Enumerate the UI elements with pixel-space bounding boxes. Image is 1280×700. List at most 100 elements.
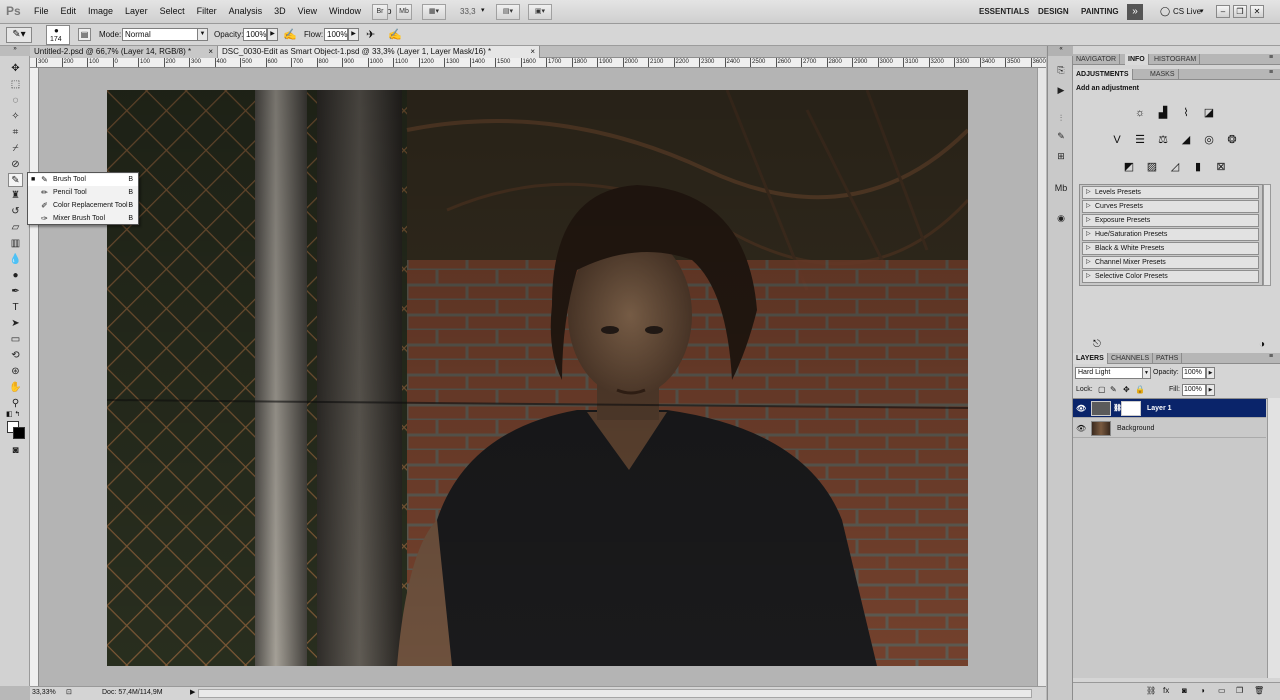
flow-input[interactable]: 100%	[324, 28, 348, 41]
mini-bridge-panel-icon[interactable]: Mb	[1054, 182, 1068, 195]
layer-opacity-input[interactable]: 100%	[1182, 367, 1206, 379]
layer-name[interactable]: Background	[1117, 419, 1154, 438]
visibility-eye-icon[interactable]: 👁	[1076, 419, 1086, 438]
layer-name[interactable]: Layer 1	[1147, 399, 1172, 418]
workspace-painting[interactable]: PAINTING	[1081, 7, 1119, 16]
gradient-map-adj-icon[interactable]: ▮	[1190, 160, 1206, 174]
adjustment-clip-icon[interactable]: ⎋	[1093, 339, 1101, 350]
delete-layer-icon[interactable]: 🗑	[1254, 686, 1264, 695]
fill-slider-icon[interactable]: ▶	[1206, 384, 1215, 396]
threshold-adj-icon[interactable]: ◿	[1167, 160, 1183, 174]
zoom-dropdown-arrow-icon[interactable]: ▾	[481, 6, 485, 14]
tool-preset-picker[interactable]: ✎▾	[6, 27, 32, 43]
panel-menu-icon[interactable]: ≡	[1269, 69, 1273, 76]
presets-scrollbar[interactable]	[1263, 184, 1271, 286]
blur-tool-icon[interactable]: 💧	[8, 253, 23, 267]
color-balance-adj-icon[interactable]: ⚖	[1155, 133, 1171, 147]
fill-input[interactable]: 100%	[1182, 384, 1206, 396]
quick-selection-tool-icon[interactable]: ✧	[8, 110, 23, 124]
menu-view[interactable]: View	[292, 6, 323, 16]
quick-mask-icon[interactable]: ◙	[8, 444, 23, 458]
preset-exposure[interactable]: ▷ Exposure Presets	[1082, 214, 1259, 227]
levels-adj-icon[interactable]: ▟	[1155, 106, 1171, 120]
opacity-input[interactable]: 100%	[243, 28, 267, 41]
screen-mode-button[interactable]: ▣▾	[528, 4, 552, 20]
menu-edit[interactable]: Edit	[55, 6, 83, 16]
tablet-size-icon[interactable]: ✍	[388, 28, 402, 41]
move-tool-icon[interactable]: ✥	[8, 62, 23, 76]
status-info-icon[interactable]: ⊡	[66, 688, 72, 696]
preset-hue-saturation[interactable]: ▷ Hue/Saturation Presets	[1082, 228, 1259, 241]
hand-tool-icon[interactable]: ✋	[8, 381, 23, 395]
new-layer-icon[interactable]: ❐	[1236, 686, 1243, 695]
view-extras-button[interactable]: ▦▾	[422, 4, 446, 20]
link-layers-icon[interactable]: ⛓	[1146, 686, 1156, 695]
panel-menu-icon[interactable]: ≡	[1269, 353, 1273, 360]
clone-stamp-tool-icon[interactable]: ♜	[8, 189, 23, 203]
tab-masks[interactable]: MASKS	[1147, 69, 1179, 80]
gradient-tool-icon[interactable]: ▥	[8, 237, 23, 251]
menu-select[interactable]: Select	[154, 6, 191, 16]
new-adjustment-layer-icon[interactable]: ◑	[1200, 686, 1205, 695]
preset-channel-mixer[interactable]: ▷ Channel Mixer Presets	[1082, 256, 1259, 269]
airbrush-icon[interactable]: ✈	[366, 28, 375, 41]
bridge-button[interactable]: Br	[372, 4, 388, 20]
eyedropper-tool-icon[interactable]: ⌿	[8, 142, 23, 156]
preset-black-white[interactable]: ▷ Black & White Presets	[1082, 242, 1259, 255]
brush-panel-toggle-icon[interactable]: ▤	[78, 28, 91, 41]
layers-scrollbar[interactable]	[1267, 398, 1280, 678]
new-group-icon[interactable]: ▭	[1218, 686, 1226, 695]
brightness-contrast-icon[interactable]: ☼	[1132, 106, 1148, 120]
panel-menu-icon[interactable]: ≡	[1269, 54, 1273, 61]
selective-color-adj-icon[interactable]: ⊠	[1213, 160, 1229, 174]
mode-dropdown-icon[interactable]: ▼	[197, 28, 208, 41]
clone-source-icon[interactable]: ⊞	[1054, 150, 1068, 163]
workspace-essentials[interactable]: ESSENTIALS	[979, 7, 1029, 16]
doc-tab-active[interactable]: DSC_0030-Edit as Smart Object-1.psd @ 33…	[218, 46, 540, 58]
restore-button[interactable]: ❐	[1233, 5, 1247, 18]
menu-3d[interactable]: 3D	[268, 6, 292, 16]
layer-row-background[interactable]: 👁 Background	[1073, 419, 1266, 438]
history-brush-tool-icon[interactable]: ↺	[8, 205, 23, 219]
brush-preset-picker[interactable]: ● 174	[46, 25, 70, 45]
flow-slider-icon[interactable]: ▶	[348, 28, 359, 41]
lock-all-icon[interactable]: 🔒	[1135, 385, 1145, 394]
tab-navigator[interactable]: NAVIGATOR	[1073, 54, 1121, 65]
visibility-eye-icon[interactable]: 👁	[1076, 399, 1086, 418]
horizontal-scrollbar[interactable]	[198, 689, 1032, 698]
tab-layers[interactable]: LAYERS	[1073, 353, 1108, 364]
tablet-opacity-icon[interactable]: ✍	[283, 28, 297, 41]
channel-mixer-adj-icon[interactable]: ❂	[1224, 133, 1240, 147]
vibrance-adj-icon[interactable]: V	[1109, 133, 1125, 147]
background-color-swatch[interactable]	[13, 427, 25, 439]
status-menu-arrow-icon[interactable]: ▶	[190, 688, 195, 696]
workspace-design[interactable]: DESIGN	[1038, 7, 1069, 16]
healing-brush-tool-icon[interactable]: ⊘	[8, 158, 23, 172]
zoom-tool-icon[interactable]: ⚲	[8, 397, 23, 411]
tab-adjustments[interactable]: ADJUSTMENTS	[1073, 69, 1133, 80]
canvas-vertical-scrollbar[interactable]	[1037, 68, 1046, 686]
mode-select[interactable]: Normal	[122, 28, 198, 41]
dodge-tool-icon[interactable]: ●	[8, 269, 23, 283]
default-colors-icon[interactable]: ◧ ↰	[6, 410, 20, 418]
brush-tool-icon[interactable]: ✎	[8, 173, 23, 187]
black-white-adj-icon[interactable]: ◢	[1178, 133, 1194, 147]
actions-panel-icon[interactable]: ▶	[1054, 84, 1068, 97]
layer-opacity-slider-icon[interactable]: ▶	[1206, 367, 1215, 379]
flyout-item-mixer-brush[interactable]: ✑ Mixer Brush Tool B	[28, 213, 138, 225]
minimize-button[interactable]: –	[1216, 5, 1230, 18]
menu-window[interactable]: Window	[323, 6, 367, 16]
cs-live-label[interactable]: CS Live	[1173, 7, 1201, 16]
zoom-level[interactable]: 33,3	[460, 7, 476, 16]
tab-paths[interactable]: PATHS	[1153, 353, 1183, 364]
lock-image-icon[interactable]: ✎	[1110, 385, 1117, 394]
add-mask-icon[interactable]: ◙	[1182, 686, 1187, 695]
preset-levels[interactable]: ▷ Levels Presets	[1082, 186, 1259, 199]
posterize-adj-icon[interactable]: ▨	[1144, 160, 1160, 174]
opacity-slider-icon[interactable]: ▶	[267, 28, 278, 41]
status-zoom[interactable]: 33,33%	[32, 689, 56, 696]
tab-info[interactable]: INFO	[1125, 54, 1149, 65]
doc-tab-untitled[interactable]: Untitled-2.psd @ 66,7% (Layer 14, RGB/8)…	[30, 46, 218, 58]
invert-adj-icon[interactable]: ◩	[1121, 160, 1137, 174]
path-selection-tool-icon[interactable]: ➤	[8, 317, 23, 331]
